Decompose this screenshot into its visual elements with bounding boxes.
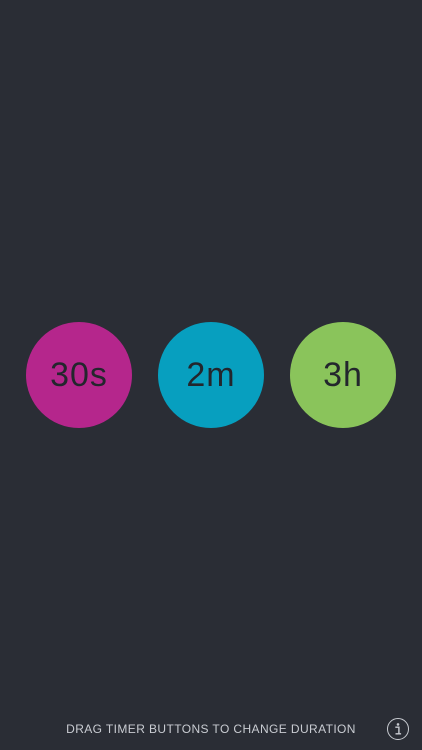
drag-hint-text: DRAG TIMER BUTTONS TO CHANGE DURATION	[66, 722, 356, 736]
timer-buttons-row: 30s 2m 3h	[0, 322, 422, 428]
timer-label: 30s	[50, 355, 108, 394]
info-button[interactable]	[387, 718, 409, 740]
timer-button-3h[interactable]: 3h	[290, 322, 396, 428]
info-icon	[393, 722, 403, 736]
timer-label: 3h	[323, 355, 363, 394]
timer-button-30s[interactable]: 30s	[26, 322, 132, 428]
timer-button-2m[interactable]: 2m	[158, 322, 264, 428]
timer-label: 2m	[186, 355, 236, 394]
